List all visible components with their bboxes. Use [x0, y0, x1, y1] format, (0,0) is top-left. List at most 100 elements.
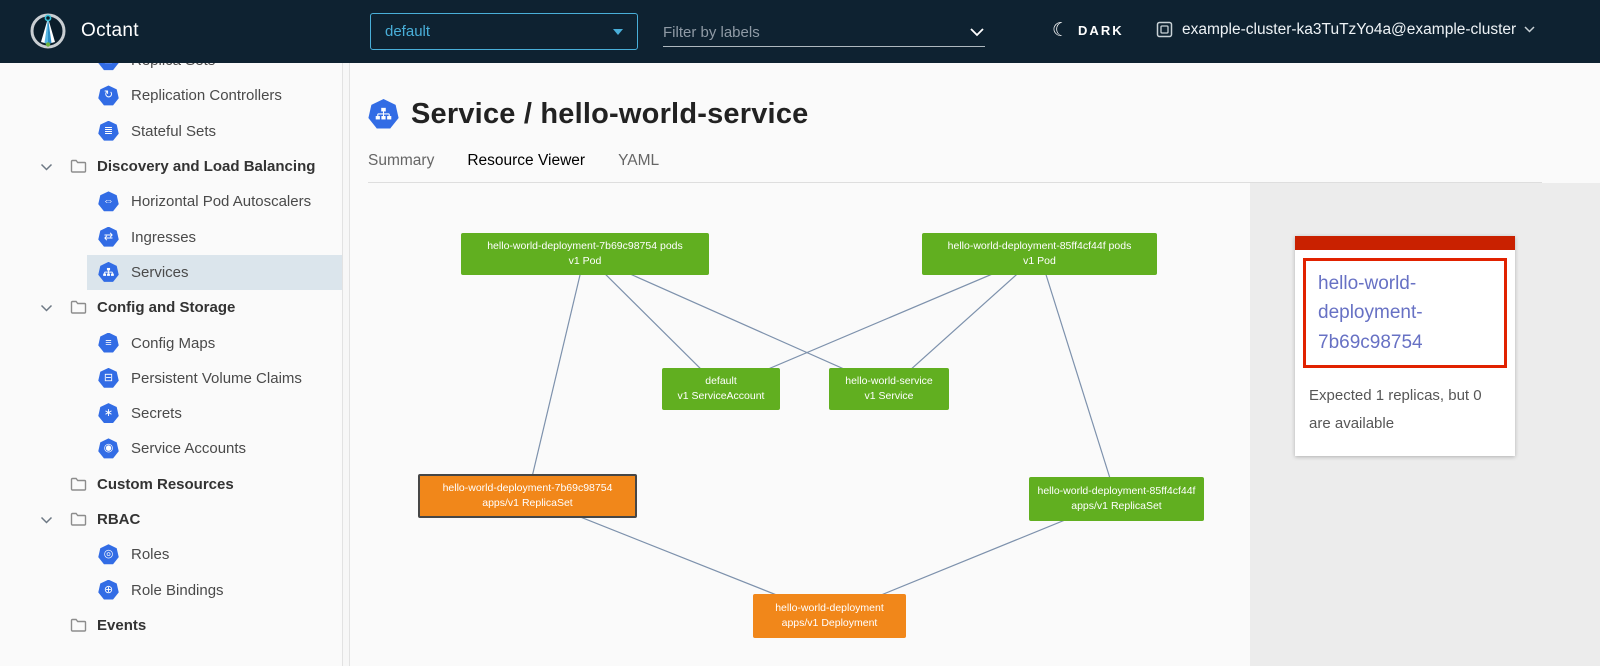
persistent-volume-claims-icon: ⊟	[98, 368, 119, 389]
graph-node-label: v1 Service	[864, 389, 913, 404]
sidebar-item-services[interactable]: Services	[0, 255, 342, 290]
replication-controllers-icon: ↻	[98, 85, 119, 106]
roles-icon: ◎	[98, 544, 119, 565]
sidebar-nav: ⊞ Replica Sets ↻ Replication Controllers ≣ St…	[0, 63, 342, 666]
cluster-context-label: example-cluster-ka3TuTzYo4a@example-clus…	[1182, 21, 1516, 39]
sidebar-scrollbar[interactable]	[342, 63, 350, 666]
stateful-sets-icon: ≣	[98, 121, 119, 142]
sidebar-item-ingresses[interactable]: ⇄ Ingresses	[0, 219, 342, 254]
tab-bar: Summary Resource Viewer YAML	[368, 152, 659, 185]
detail-panel: hello-world-deployment-7b69c98754 Expect…	[1250, 183, 1600, 666]
cluster-icon	[1155, 20, 1174, 39]
folder-icon	[70, 618, 87, 633]
graph-node-label: hello-world-deployment-85ff4cf44f	[1038, 484, 1196, 499]
theme-toggle[interactable]: ☾ DARK	[1052, 21, 1124, 40]
graph-node-sa-default[interactable]: defaultv1 ServiceAccount	[662, 368, 780, 410]
sidebar-item-label: Config Maps	[131, 335, 215, 352]
sidebar-item-replica-sets[interactable]: ⊞ Replica Sets	[0, 63, 342, 78]
graph-node-rs-7b69[interactable]: hello-world-deployment-7b69c98754apps/v1…	[418, 474, 637, 518]
chevron-down-icon[interactable]	[38, 304, 54, 312]
graph-node-label: v1 ServiceAccount	[678, 389, 765, 404]
resource-status-message: Expected 1 replicas, but 0 are available	[1295, 376, 1515, 456]
graph-node-label: hello-world-deployment-85ff4cf44f pods	[948, 239, 1132, 254]
sidebar-item-custom-resources[interactable]: Custom Resources	[0, 467, 342, 502]
tab-resource-viewer[interactable]: Resource Viewer	[467, 152, 585, 185]
sidebar-item-persistent-volume-claims[interactable]: ⊟ Persistent Volume Claims	[0, 361, 342, 396]
folder-icon	[70, 477, 87, 492]
service-icon	[368, 99, 399, 130]
graph-node-label: hello-world-deployment-7b69c98754	[443, 481, 613, 496]
service-accounts-icon: ◉	[98, 438, 119, 459]
tab-yaml[interactable]: YAML	[618, 152, 659, 185]
dropdown-caret-icon	[613, 29, 623, 35]
app-title: Octant	[81, 20, 139, 42]
chevron-down-icon	[1524, 26, 1535, 33]
graph-node-label: default	[705, 374, 737, 389]
graph-node-pod-85ff[interactable]: hello-world-deployment-85ff4cf44f podsv1…	[922, 233, 1157, 275]
tab-summary[interactable]: Summary	[368, 152, 434, 185]
graph-edge-pod-7b69-rs-7b69	[528, 254, 586, 496]
graph-node-label: apps/v1 Deployment	[782, 616, 878, 631]
chevron-down-icon[interactable]	[38, 163, 54, 171]
sidebar-group-label: Config and Storage	[97, 299, 235, 316]
sidebar-item-config-and-storage[interactable]: Config and Storage	[0, 290, 342, 325]
graph-node-label: v1 Pod	[569, 254, 602, 269]
page-title: Service / hello-world-service	[411, 98, 808, 131]
sidebar-item-role-bindings[interactable]: ⊕Role Bindings	[0, 572, 342, 607]
sidebar-item-label: Horizontal Pod Autoscalers	[131, 193, 311, 210]
sidebar-item-events[interactable]: Events	[0, 608, 342, 643]
sidebar-item-label: Secrets	[131, 405, 182, 422]
label-filter	[663, 18, 985, 47]
sidebar-item-label: Ingresses	[131, 229, 196, 246]
folder-icon	[70, 300, 87, 315]
sidebar-item-secrets[interactable]: ∗ Secrets	[0, 396, 342, 431]
resource-link-box: hello-world-deployment-7b69c98754	[1303, 258, 1507, 368]
namespace-selector[interactable]: default	[370, 13, 638, 50]
sidebar-item-horizontal-pod-autoscalers[interactable]: ⇔ Horizontal Pod Autoscalers	[0, 184, 342, 219]
sidebar-group-label: Discovery and Load Balancing	[97, 158, 315, 175]
resource-viewer-graph[interactable]: hello-world-deployment-7b69c98754 podsv1…	[350, 183, 1250, 666]
ingresses-icon: ⇄	[98, 227, 119, 248]
graph-node-pod-7b69[interactable]: hello-world-deployment-7b69c98754 podsv1…	[461, 233, 709, 275]
sidebar-item-label: Persistent Volume Claims	[131, 370, 302, 387]
status-bar	[1295, 236, 1515, 250]
theme-toggle-label: DARK	[1078, 23, 1124, 38]
sidebar-item-label: Roles	[131, 546, 169, 563]
app-header: Octant default ☾ DARK example-cluster-ka…	[0, 0, 1600, 63]
sidebar-item-discovery-and-load-balancing[interactable]: Discovery and Load Balancing	[0, 149, 342, 184]
sidebar-item-replication-controllers[interactable]: ↻ Replication Controllers	[0, 78, 342, 113]
sidebar-item-label: Service Accounts	[131, 440, 246, 457]
graph-node-label: hello-world-service	[845, 374, 933, 389]
graph-node-deploy[interactable]: hello-world-deploymentapps/v1 Deployment	[753, 594, 906, 638]
sidebar-item-label: Stateful Sets	[131, 123, 216, 140]
sidebar-item-stateful-sets[interactable]: ≣ Stateful Sets	[0, 114, 342, 149]
sidebar-item-label: Replica Sets	[131, 63, 215, 69]
graph-node-label: hello-world-deployment-7b69c98754 pods	[487, 239, 683, 254]
page-title-row: Service / hello-world-service	[368, 98, 808, 131]
folder-icon	[70, 159, 87, 174]
sidebar-item-label: Role Bindings	[131, 582, 224, 599]
sidebar-item-label: Replication Controllers	[131, 87, 282, 104]
folder-icon	[70, 512, 87, 527]
services-icon	[98, 262, 119, 283]
sidebar-group-label: Events	[97, 617, 146, 634]
replica-sets-icon: ⊞	[98, 63, 119, 71]
cluster-context-selector[interactable]: example-cluster-ka3TuTzYo4a@example-clus…	[1155, 20, 1535, 39]
chevron-down-icon[interactable]	[38, 516, 54, 524]
graph-node-rs-85ff[interactable]: hello-world-deployment-85ff4cf44fapps/v1…	[1029, 477, 1204, 521]
sidebar-group-label: RBAC	[97, 511, 140, 528]
label-filter-input[interactable]	[663, 18, 969, 46]
chevron-down-icon[interactable]	[969, 27, 985, 37]
graph-node-label: apps/v1 ReplicaSet	[1071, 499, 1161, 514]
sidebar-item-config-maps[interactable]: ≡Config Maps	[0, 325, 342, 360]
secrets-icon: ∗	[98, 403, 119, 424]
sidebar-group-label: Custom Resources	[97, 476, 234, 493]
sidebar-item-roles[interactable]: ◎ Roles	[0, 537, 342, 572]
sidebar-item-rbac[interactable]: RBAC	[0, 502, 342, 537]
horizontal-pod-autoscalers-icon: ⇔	[98, 191, 119, 212]
sidebar-item-label: Services	[131, 264, 189, 281]
namespace-selected-value: default	[385, 23, 430, 40]
sidebar-item-service-accounts[interactable]: ◉ Service Accounts	[0, 431, 342, 466]
resource-link[interactable]: hello-world-deployment-7b69c98754	[1318, 269, 1492, 357]
graph-node-svc-hello[interactable]: hello-world-servicev1 Service	[829, 368, 949, 410]
